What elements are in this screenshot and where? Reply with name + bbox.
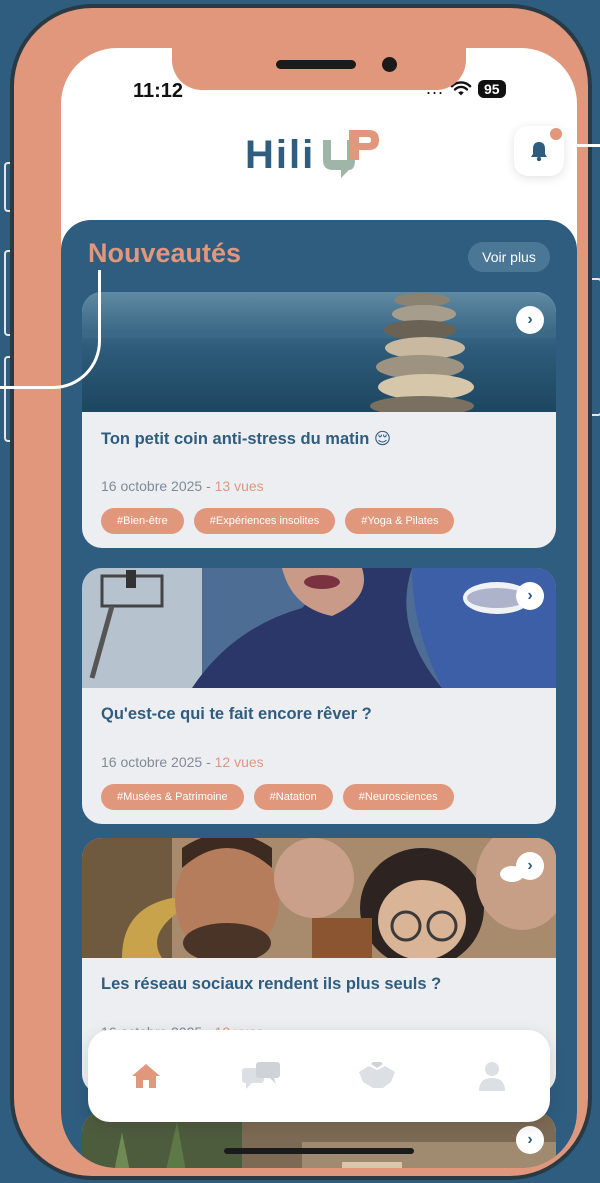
article-meta: 16 octobre 2025 - 13 vues: [101, 478, 264, 494]
tag-list: #Musées & Patrimoine #Natation #Neurosci…: [101, 784, 454, 810]
chevron-right-icon[interactable]: ›: [516, 852, 544, 880]
camera-dot: [382, 57, 397, 72]
tag-chip[interactable]: #Musées & Patrimoine: [101, 784, 244, 810]
article-image-stones: [82, 292, 556, 412]
logo-mark: [323, 130, 380, 178]
tag-list: #Bien-être #Expériences insolites #Yoga …: [101, 508, 455, 534]
article-title: Qu'est-ce qui te fait encore rêver ?: [101, 705, 372, 723]
tag-chip[interactable]: #Yoga & Pilates: [345, 508, 455, 534]
decorative-curve: [0, 270, 101, 389]
article-date: 16 octobre 2025 -: [101, 478, 215, 494]
phone-power-button: [590, 278, 600, 416]
nav-home[interactable]: [122, 1052, 170, 1100]
chevron-right-icon[interactable]: ›: [516, 582, 544, 610]
chat-icon: [242, 1062, 281, 1089]
notification-badge: [550, 128, 562, 140]
nav-connections[interactable]: [353, 1052, 401, 1100]
bell-icon: [531, 142, 547, 162]
nav-chat[interactable]: [237, 1052, 285, 1100]
notifications-button[interactable]: [514, 126, 564, 176]
article-image-friends: [82, 838, 556, 958]
tag-chip[interactable]: #Expériences insolites: [193, 508, 336, 534]
article-image-mural: [82, 568, 556, 688]
status-time: 11:12: [133, 80, 184, 102]
article-title: Ton petit coin anti-stress du matin 😌: [101, 430, 392, 448]
chevron-right-icon[interactable]: ›: [516, 1126, 544, 1154]
decorative-line: [572, 144, 600, 147]
phone-notch: [172, 22, 466, 90]
logo-text: Hili: [245, 133, 316, 177]
article-card[interactable]: › Ton petit coin anti-stress du matin 😌 …: [82, 292, 556, 548]
home-icon: [131, 1064, 160, 1088]
see-more-button[interactable]: Voir plus: [468, 242, 550, 272]
profile-icon: [479, 1062, 506, 1091]
article-views: 12 vues: [214, 754, 264, 770]
phone-frame: 11:12 ... 95 Hili: [14, 8, 588, 1176]
app-screen: 11:12 ... 95 Hili: [61, 48, 577, 1168]
home-indicator[interactable]: [224, 1148, 414, 1154]
article-date: 16 octobre 2025 -: [101, 754, 215, 770]
chevron-right-icon[interactable]: ›: [516, 306, 544, 334]
tag-chip[interactable]: #Bien-être: [101, 508, 184, 534]
speaker-grille: [276, 60, 356, 69]
battery-indicator: 95: [478, 79, 506, 98]
article-meta: 16 octobre 2025 - 12 vues: [101, 754, 264, 770]
handshake-icon: [358, 1062, 395, 1088]
tag-chip[interactable]: #Natation: [253, 784, 333, 810]
article-views: 13 vues: [214, 478, 264, 494]
app-logo: Hili: [245, 126, 381, 178]
stage: 11:12 ... 95 Hili: [0, 0, 600, 1183]
bottom-nav-bar: [88, 1030, 550, 1122]
tag-chip[interactable]: #Neurosciences: [342, 784, 454, 810]
nav-profile[interactable]: [468, 1052, 516, 1100]
article-card[interactable]: › Qu'est-ce qui te fait encore rêver ? 1…: [82, 568, 556, 824]
article-title: Les réseau sociaux rendent ils plus seul…: [101, 975, 442, 993]
section-title: Nouveautés: [88, 238, 242, 268]
news-section: Nouveautés Voir plus › Ton petit coin an…: [61, 220, 577, 1168]
